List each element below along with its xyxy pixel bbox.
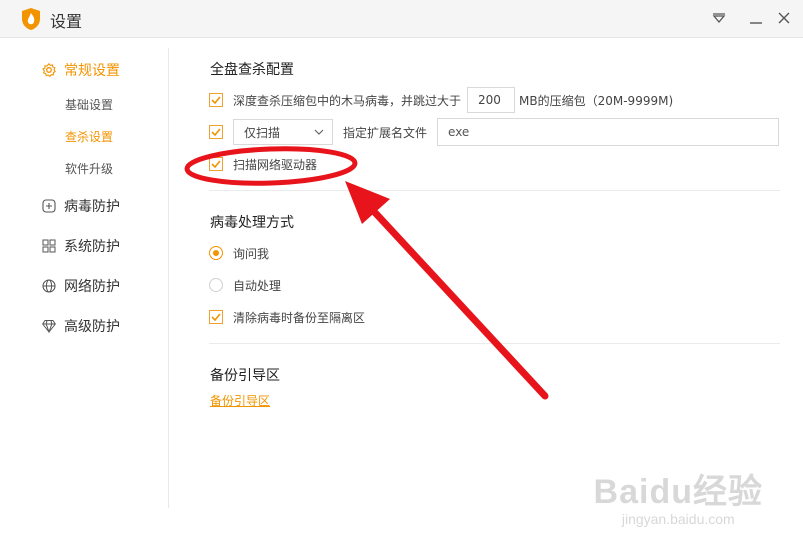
network-driver-label: 扫描网络驱动器: [233, 157, 318, 172]
watermark-url: jingyan.baidu.com: [621, 511, 735, 527]
boot-backup-link[interactable]: 备份引导区: [210, 392, 270, 409]
auto-handle-label: 自动处理: [233, 278, 282, 293]
compressed-scan-row: 深度查杀压缩包中的木马病毒，并跳过大于 200 MB的压缩包（20M-9999M…: [209, 86, 673, 114]
auto-handle-option[interactable]: 自动处理: [209, 276, 281, 294]
sidebar-item-advanced-protection[interactable]: 高级防护: [42, 316, 120, 336]
scan-mode-checkbox[interactable]: [209, 125, 223, 139]
section-divider: [209, 343, 780, 344]
sidebar-item-label: 病毒防护: [64, 199, 120, 215]
sidebar-item-label: 系统防护: [64, 239, 120, 255]
boot-backup-title: 备份引导区: [210, 368, 280, 384]
scan-mode-selected: 仅扫描: [244, 125, 281, 140]
watermark-brand: Baidu经验: [593, 473, 763, 511]
auto-handle-radio[interactable]: [209, 278, 223, 292]
title-bar: 设置: [0, 0, 803, 38]
full-scan-title: 全盘查杀配置: [210, 62, 294, 78]
sidebar-item-system-protection[interactable]: 系统防护: [42, 236, 120, 256]
max-size-input[interactable]: 200: [467, 87, 516, 113]
gear-icon: [42, 63, 56, 77]
ask-me-radio[interactable]: [209, 246, 223, 260]
sidebar-subitem-basic[interactable]: 基础设置: [65, 96, 113, 113]
scan-mode-select[interactable]: 仅扫描: [233, 119, 333, 145]
ext-label: 指定扩展名文件: [343, 125, 428, 140]
grid-icon: [42, 239, 56, 253]
sidebar-subitem-upgrade[interactable]: 软件升级: [65, 160, 113, 177]
network-driver-row: 扫描网络驱动器: [209, 155, 317, 173]
sidebar-item-virus-protection[interactable]: 病毒防护: [42, 196, 120, 216]
sidebar-item-network-protection[interactable]: 网络防护: [42, 276, 120, 296]
annotation-arrow-head: [345, 181, 390, 224]
sidebar-item-label: 常规设置: [64, 63, 120, 79]
section-divider: [209, 190, 780, 191]
backup-quarantine-checkbox[interactable]: [209, 310, 223, 324]
backup-quarantine-label: 清除病毒时备份至隔离区: [233, 310, 366, 325]
compressed-scan-checkbox[interactable]: [209, 93, 223, 107]
chevron-down-icon: [314, 129, 324, 135]
virus-handling-title: 病毒处理方式: [210, 215, 294, 231]
plus-square-icon: [42, 199, 56, 213]
sidebar-item-label: 高级防护: [64, 319, 120, 335]
ask-me-option[interactable]: 询问我: [209, 244, 269, 262]
ask-me-label: 询问我: [233, 246, 270, 261]
compressed-scan-label: 深度查杀压缩包中的木马病毒，并跳过大于: [233, 93, 462, 108]
sidebar-divider: [168, 48, 169, 508]
sidebar-item-general[interactable]: 常规设置: [42, 60, 120, 80]
window-title: 设置: [50, 12, 83, 31]
dropdown-menu-icon[interactable]: [709, 8, 729, 28]
globe-icon: [42, 279, 56, 293]
annotation-arrow-shaft: [364, 201, 549, 400]
shield-logo-icon: [22, 8, 40, 30]
sidebar-subitem-scan[interactable]: 查杀设置: [65, 128, 113, 145]
close-icon[interactable]: [774, 8, 794, 28]
extension-input[interactable]: exe: [437, 118, 780, 146]
network-driver-checkbox[interactable]: [209, 157, 223, 171]
diamond-icon: [42, 319, 56, 333]
backup-quarantine-row: 清除病毒时备份至隔离区: [209, 308, 365, 326]
watermark: Baidu经验 jingyan.baidu.com: [594, 464, 763, 527]
sidebar-item-label: 网络防护: [64, 279, 120, 295]
minimize-icon[interactable]: [746, 8, 766, 28]
compressed-size-label: MB的压缩包（20M-9999M): [519, 93, 674, 108]
scan-mode-row: 仅扫描 指定扩展名文件 exe: [209, 118, 780, 146]
